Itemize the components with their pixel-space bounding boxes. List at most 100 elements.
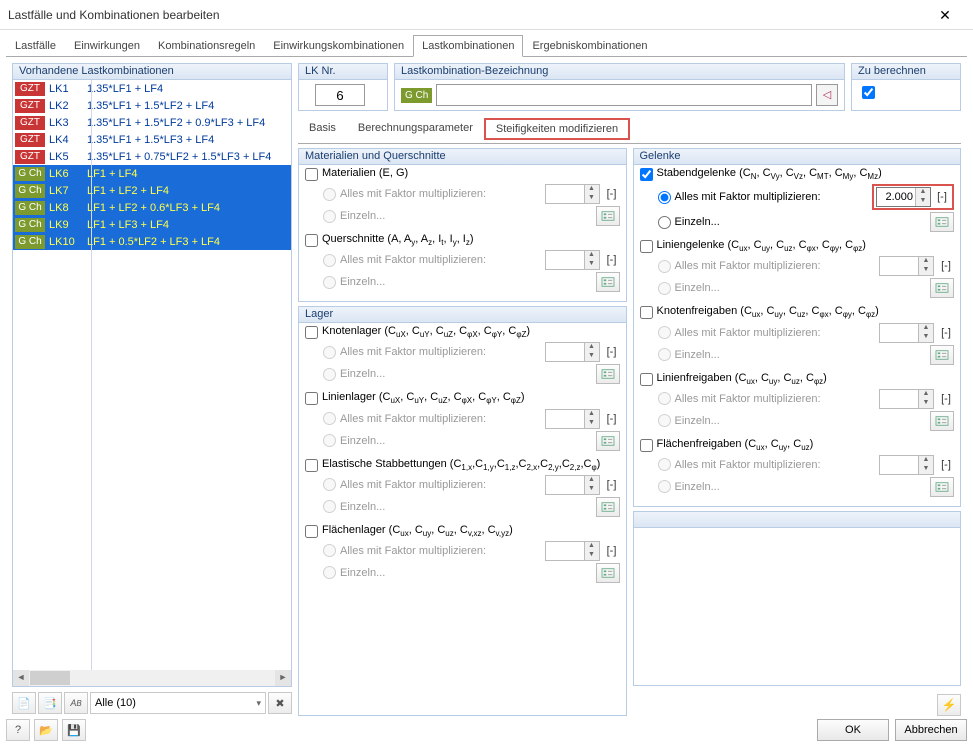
lk-formula: 1.35*LF1 + 1.5*LF2 + 0.9*LF3 + LF4 <box>87 117 291 129</box>
lk-formula: 1.35*LF1 + 1.5*LF2 + LF4 <box>87 100 291 112</box>
filter-combo[interactable]: Alle (10) ▾ <box>90 692 266 714</box>
knotenlager-radio-all <box>323 346 336 359</box>
lk-row[interactable]: GZT LK3 1.35*LF1 + 1.5*LF2 + 0.9*LF3 + L… <box>13 114 291 131</box>
scroll-thumb[interactable] <box>30 671 70 685</box>
lk-row[interactable]: G Ch LK8 LF1 + LF2 + 0.6*LF3 + LF4 <box>13 199 291 216</box>
ok-button[interactable]: OK <box>817 719 889 741</box>
querschnitte-all-label: Alles mit Faktor multiplizieren: <box>340 254 541 266</box>
flaechenfreigaben-checkbox[interactable] <box>640 439 653 452</box>
lk-row[interactable]: GZT LK5 1.35*LF1 + 0.75*LF2 + 1.5*LF3 + … <box>13 148 291 165</box>
lknr-input[interactable] <box>315 84 365 106</box>
lk-badge: GZT <box>15 133 45 147</box>
lk-list: Vorhandene Lastkombinationen GZT LK1 1.3… <box>12 63 292 687</box>
stabend-einzeln-button[interactable] <box>930 212 954 232</box>
lk-row[interactable]: G Ch LK7 LF1 + LF2 + LF4 <box>13 182 291 199</box>
liniengelenke-radio-einzeln <box>658 282 671 295</box>
subtab-1[interactable]: Berechnungsparameter <box>347 118 484 140</box>
subtab-0[interactable]: Basis <box>298 118 347 140</box>
tab-lastfälle[interactable]: Lastfälle <box>6 35 65 57</box>
lk-badge: G Ch <box>15 167 45 181</box>
lk-formula: LF1 + 0.5*LF2 + LF3 + LF4 <box>87 236 291 248</box>
linienfreigaben-einzeln-label: Einzeln... <box>675 415 923 427</box>
tab-ergebniskombinationen[interactable]: Ergebniskombinationen <box>523 35 656 57</box>
knotenlager-all-label: Alles mit Faktor multiplizieren: <box>340 346 541 358</box>
tab-lastkombinationen[interactable]: Lastkombinationen <box>413 35 523 57</box>
section-elastische: Elastische Stabbettungen (C1,x,C1,y,C1,z… <box>305 458 620 518</box>
lk-id: LK2 <box>47 100 87 112</box>
factor-spin[interactable]: ▲▼ <box>876 187 931 207</box>
materialien-legend: Materialien und Querschnitte <box>299 149 626 165</box>
lk-row[interactable]: GZT LK1 1.35*LF1 + LF4 <box>13 80 291 97</box>
new-button[interactable]: 📄 <box>12 692 36 714</box>
help-button[interactable]: ? <box>6 719 30 741</box>
spin-down-icon[interactable]: ▼ <box>916 197 930 206</box>
factor-input <box>546 476 584 494</box>
knotenfreigaben-all-label: Alles mit Faktor multiplizieren: <box>675 327 876 339</box>
tab-einwirkungskombinationen[interactable]: Einwirkungskombinationen <box>264 35 413 57</box>
horizontal-scrollbar[interactable]: ◄ ► <box>13 670 291 686</box>
chevron-down-icon: ▾ <box>256 698 261 709</box>
open-button[interactable]: 📂 <box>34 719 58 741</box>
flaechenfreigaben-radio-all <box>658 458 671 471</box>
stabend-radio-einzeln[interactable] <box>658 216 671 229</box>
section-stabend: Stabendgelenke (CN, CVy, CVz, CMT, CMy, … <box>640 167 955 233</box>
empty-legend <box>634 512 961 528</box>
factor-spin: ▲▼ <box>545 475 600 495</box>
spin-up-icon[interactable]: ▲ <box>916 188 930 197</box>
calc-checkbox[interactable] <box>862 86 875 99</box>
knotenfreigaben-checkbox[interactable] <box>640 306 653 319</box>
querschnitte-radio-all <box>323 254 336 267</box>
section-materialien: Materialien (E, G) Alles mit Faktor mult… <box>305 167 620 227</box>
lk-row[interactable]: G Ch LK9 LF1 + LF3 + LF4 <box>13 216 291 233</box>
bez-input[interactable] <box>436 84 812 106</box>
knotenlager-title: Knotenlager (CuX, CuY, CuZ, CφX, CφY, Cφ… <box>322 325 530 339</box>
stabend-radio-all[interactable] <box>658 191 671 204</box>
lk-row[interactable]: G Ch LK10 LF1 + 0.5*LF2 + LF3 + LF4 <box>13 233 291 250</box>
lk-formula: LF1 + LF2 + 0.6*LF3 + LF4 <box>87 202 291 214</box>
linienlager-checkbox[interactable] <box>305 392 318 405</box>
factor-input <box>880 257 918 275</box>
flaechenfreigaben-title: Flächenfreigaben (Cux, Cuy, Cuz) <box>657 438 814 452</box>
factor-spin: ▲▼ <box>545 250 600 270</box>
tab-einwirkungen[interactable]: Einwirkungen <box>65 35 149 57</box>
linienfreigaben-einzeln-button <box>930 411 954 431</box>
knotenlager-checkbox[interactable] <box>305 326 318 339</box>
spin-down-icon: ▼ <box>919 266 933 275</box>
linienlager-einzeln-label: Einzeln... <box>340 435 588 447</box>
linienlager-all-label: Alles mit Faktor multiplizieren: <box>340 413 541 425</box>
tab-kombinationsregeln[interactable]: Kombinationsregeln <box>149 35 264 57</box>
scroll-left-icon[interactable]: ◄ <box>13 670 29 686</box>
lk-formula: LF1 + LF4 <box>87 168 291 180</box>
linienlager-title: Linienlager (CuX, CuY, CuZ, CφX, CφY, Cφ… <box>322 391 525 405</box>
elastische-checkbox[interactable] <box>305 459 318 472</box>
lk-id: LK3 <box>47 117 87 129</box>
unit-label: [-] <box>604 254 620 266</box>
querschnitte-checkbox[interactable] <box>305 234 318 247</box>
lk-row[interactable]: GZT LK4 1.35*LF1 + 1.5*LF3 + LF4 <box>13 131 291 148</box>
materialien-group: Materialien und Querschnitte Materialien… <box>298 148 627 302</box>
cancel-button[interactable]: Abbrechen <box>895 719 967 741</box>
factor-spin: ▲▼ <box>879 323 934 343</box>
delete-button[interactable]: ✖ <box>268 692 292 714</box>
stabend-checkbox[interactable] <box>640 168 653 181</box>
subtab-2[interactable]: Steifigkeiten modifizieren <box>484 118 630 140</box>
sort-button[interactable]: AB <box>64 692 88 714</box>
materialien-checkbox[interactable] <box>305 168 318 181</box>
knotenfreigaben-radio-einzeln <box>658 348 671 361</box>
lk-row[interactable]: G Ch LK6 LF1 + LF4 <box>13 165 291 182</box>
lk-row[interactable]: GZT LK2 1.35*LF1 + 1.5*LF2 + LF4 <box>13 97 291 114</box>
flaechenlager-checkbox[interactable] <box>305 525 318 538</box>
liniengelenke-radio-all <box>658 260 671 273</box>
liniengelenke-checkbox[interactable] <box>640 240 653 253</box>
scroll-right-icon[interactable]: ► <box>275 670 291 686</box>
spin-up-icon: ▲ <box>585 542 599 551</box>
lk-list-title: Vorhandene Lastkombinationen <box>13 64 291 80</box>
save-button[interactable]: 💾 <box>62 719 86 741</box>
factor-input[interactable] <box>877 188 915 206</box>
close-button[interactable]: ✕ <box>925 1 965 29</box>
lightning-button[interactable]: ⚡ <box>937 694 961 716</box>
lknr-group: LK Nr. <box>298 63 388 111</box>
bez-clear-button[interactable]: ◁ <box>816 84 838 106</box>
linienfreigaben-checkbox[interactable] <box>640 373 653 386</box>
copy-button[interactable]: 📑 <box>38 692 62 714</box>
